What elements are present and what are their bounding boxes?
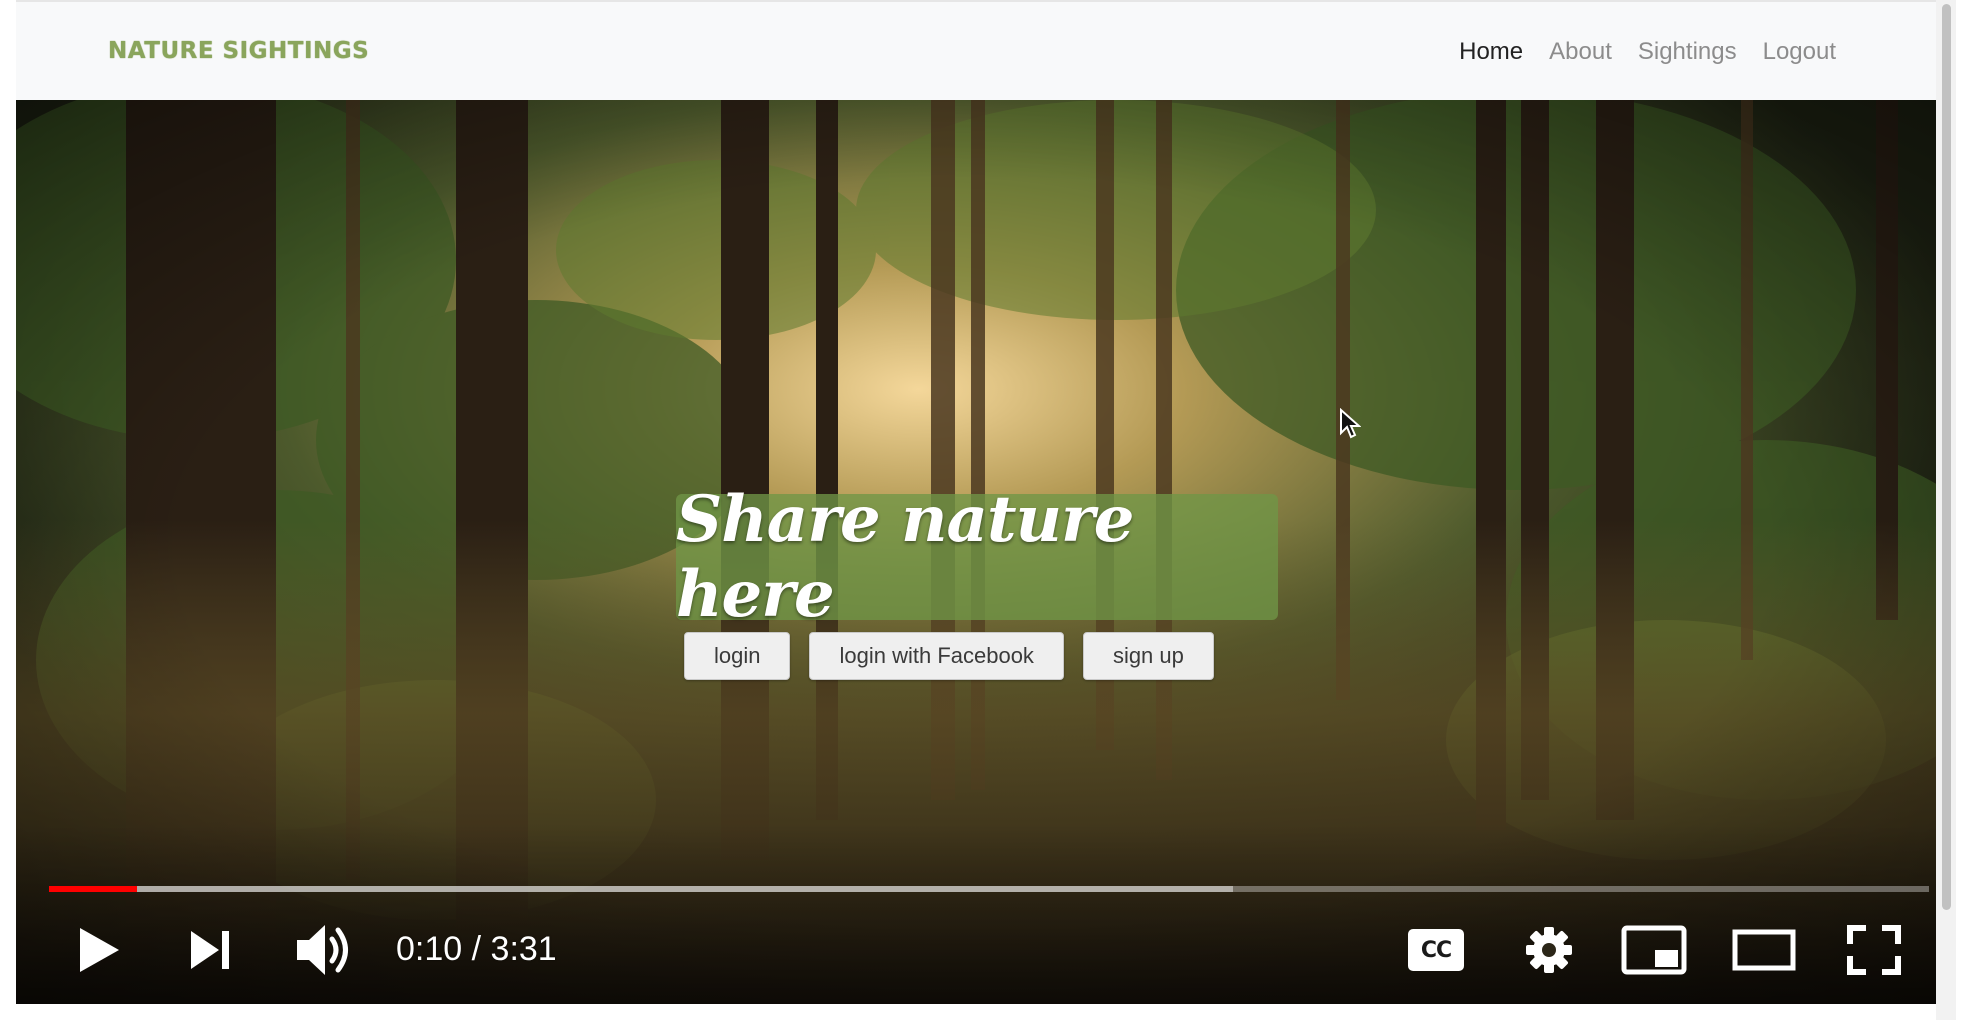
brand-logo[interactable]: NATURE SIGHTINGS xyxy=(108,38,369,64)
volume-icon xyxy=(297,925,348,975)
mouse-pointer-icon xyxy=(1339,407,1362,445)
scrollbar-thumb[interactable] xyxy=(1942,4,1951,910)
progress-buffered xyxy=(49,886,1234,892)
nav-link-logout[interactable]: Logout xyxy=(1763,38,1836,66)
login-facebook-button[interactable]: login with Facebook xyxy=(809,632,1064,680)
nav-link-sightings[interactable]: Sightings xyxy=(1638,38,1737,66)
nav-links: Home About Sightings Logout xyxy=(1459,38,1836,66)
captions-icon: CC xyxy=(1408,929,1464,971)
hero-button-group: login login with Facebook sign up xyxy=(684,632,1214,680)
captions-button[interactable]: CC xyxy=(1396,915,1476,985)
settings-icon xyxy=(1526,927,1572,973)
video-player[interactable]: Share nature here login login with Faceb… xyxy=(16,100,1936,1004)
progress-bar[interactable] xyxy=(49,886,1929,892)
navbar: NATURE SIGHTINGS Home About Sightings Lo… xyxy=(16,0,1936,100)
progress-played xyxy=(49,886,138,892)
theater-mode-button[interactable] xyxy=(1724,915,1804,985)
fullscreen-icon xyxy=(1847,925,1901,975)
settings-button[interactable] xyxy=(1514,915,1584,985)
hero-title: Share nature here xyxy=(676,482,1134,632)
login-button[interactable]: login xyxy=(684,632,791,680)
duration: 3:31 xyxy=(490,930,557,968)
nav-link-home[interactable]: Home xyxy=(1459,38,1523,66)
volume-button[interactable] xyxy=(286,915,366,985)
time-display: 0:10 / 3:31 xyxy=(396,930,557,969)
play-icon xyxy=(80,928,119,972)
miniplayer-icon xyxy=(1621,925,1687,975)
page-scrollbar[interactable] xyxy=(1936,0,1956,1020)
current-time: 0:10 xyxy=(396,930,463,968)
page: NATURE SIGHTINGS Home About Sightings Lo… xyxy=(0,0,1971,1020)
theater-mode-icon xyxy=(1732,929,1796,971)
next-icon xyxy=(191,931,229,969)
time-separator: / xyxy=(471,930,482,968)
miniplayer-button[interactable] xyxy=(1614,915,1694,985)
next-button[interactable] xyxy=(176,915,246,985)
captions-label: CC xyxy=(1420,937,1452,963)
play-button[interactable] xyxy=(64,915,134,985)
signup-button[interactable]: sign up xyxy=(1082,632,1214,680)
nav-link-about[interactable]: About xyxy=(1549,38,1612,66)
fullscreen-button[interactable] xyxy=(1834,915,1914,985)
hero-title-banner: Share nature here xyxy=(676,482,1278,632)
